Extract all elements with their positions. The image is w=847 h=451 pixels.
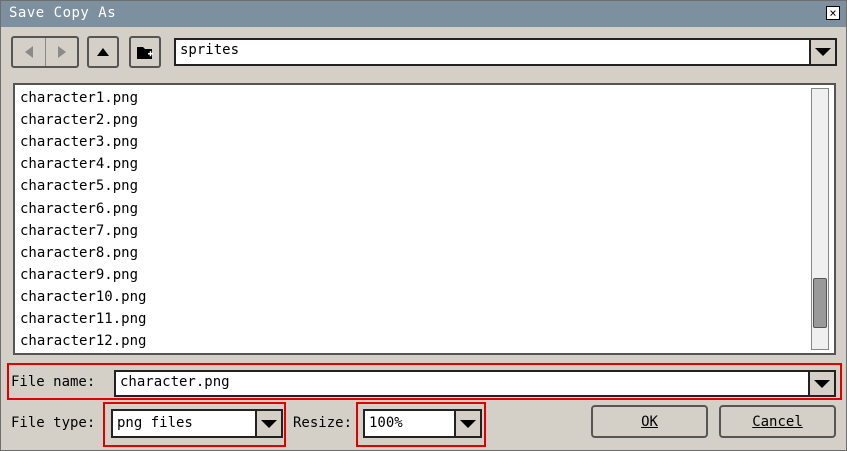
title-bar[interactable]: Save Copy As × — [1, 1, 846, 27]
arrow-left-icon — [25, 46, 33, 58]
list-item[interactable]: character7.png — [20, 220, 138, 242]
back-button[interactable] — [13, 38, 46, 66]
new-folder-icon — [137, 47, 153, 59]
chevron-down-icon — [814, 379, 830, 388]
file-name-label: File name: — [11, 374, 96, 390]
file-list-scrollbar[interactable] — [811, 88, 829, 350]
list-item[interactable]: character9.png — [20, 264, 138, 286]
file-type-dropdown-button[interactable] — [255, 411, 281, 436]
list-item[interactable]: character1.png — [20, 87, 138, 109]
up-folder-button[interactable] — [87, 36, 119, 68]
list-item[interactable]: character12.png — [20, 330, 146, 352]
location-dropdown-button[interactable] — [809, 40, 835, 64]
resize-dropdown-button[interactable] — [454, 411, 480, 436]
list-item[interactable]: character6.png — [20, 198, 138, 220]
file-name-input[interactable]: character.png — [120, 374, 230, 390]
list-item[interactable]: character11.png — [20, 308, 146, 330]
scrollbar-thumb[interactable] — [813, 278, 827, 328]
close-icon[interactable]: × — [826, 6, 840, 20]
chevron-down-icon — [261, 419, 277, 428]
save-copy-as-dialog: Save Copy As × sprites character1.png cha… — [0, 0, 847, 451]
history-nav-group — [11, 36, 79, 68]
file-type-combo[interactable]: png files — [111, 409, 283, 438]
list-item[interactable]: character4.png — [20, 153, 138, 175]
arrow-up-icon — [97, 48, 109, 56]
chevron-down-icon — [815, 48, 831, 56]
cancel-button[interactable]: Cancel — [719, 405, 836, 438]
list-item[interactable]: character3.png — [20, 131, 138, 153]
arrow-right-icon — [57, 46, 66, 58]
dialog-title: Save Copy As — [9, 5, 117, 21]
location-value: sprites — [180, 42, 240, 58]
file-name-combo[interactable]: character.png — [114, 370, 836, 397]
ok-button[interactable]: OK — [591, 405, 708, 438]
resize-combo[interactable]: 100% — [363, 409, 482, 438]
file-list[interactable]: character1.png character2.png character3.p… — [13, 83, 836, 355]
list-item[interactable]: character2.png — [20, 109, 138, 131]
resize-value: 100% — [369, 415, 403, 431]
ok-button-label: OK — [641, 413, 658, 430]
list-item[interactable]: character5.png — [20, 175, 138, 197]
list-item[interactable]: character8.png — [20, 242, 138, 264]
forward-button[interactable] — [46, 38, 77, 66]
file-type-value: png files — [117, 415, 193, 431]
cancel-button-label: Cancel — [752, 413, 803, 430]
file-name-dropdown-button[interactable] — [808, 372, 834, 395]
resize-label: Resize: — [293, 415, 353, 431]
chevron-down-icon — [460, 419, 476, 428]
new-folder-button[interactable] — [129, 36, 161, 68]
location-combo[interactable]: sprites — [174, 38, 837, 66]
list-item[interactable]: character10.png — [20, 286, 146, 308]
file-type-label: File type: — [11, 415, 96, 431]
